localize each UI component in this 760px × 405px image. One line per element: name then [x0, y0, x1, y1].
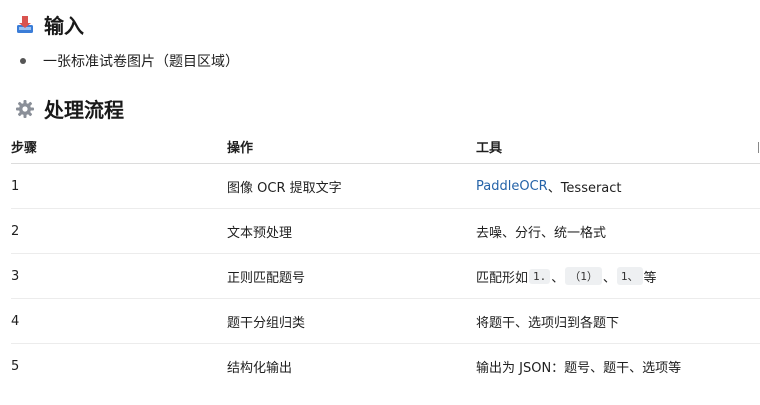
section-title-process: 处理流程 — [44, 98, 124, 122]
cell-step: 1 — [11, 178, 20, 194]
paddleocr-link[interactable]: PaddleOCR — [476, 179, 548, 194]
separator: 、 — [551, 270, 565, 286]
table-row: 3 正则匹配题号 匹配形如 1. 、 （1） 、 1、 等 — [11, 254, 760, 299]
section-heading-input: 输入 — [14, 10, 84, 39]
cell-tool: 将题干、选项归到各题下 — [476, 315, 620, 331]
header-action: 操作 — [227, 141, 254, 156]
inline-code: 1、 — [616, 267, 643, 285]
inbox-tray-icon — [14, 14, 36, 36]
cell-action: 结构化输出 — [227, 360, 293, 376]
cell-tool-rest: 、Tesseract — [547, 180, 622, 196]
cell-step: 3 — [11, 268, 20, 284]
table-row: 5 结构化输出 输出为 JSON：题号、题干、选项等 — [11, 344, 760, 388]
cell-step: 4 — [11, 313, 20, 329]
section-heading-process: 处理流程 — [14, 94, 124, 123]
cell-step: 5 — [11, 358, 20, 374]
gear-icon — [14, 98, 36, 120]
cell-tool: 去噪、分行、统一格式 — [476, 225, 607, 241]
table-row: 4 题干分组归类 将题干、选项归到各题下 — [11, 299, 760, 344]
cell-tool-prefix: 匹配形如 — [476, 270, 529, 286]
list-item-text: 一张标准试卷图片（题目区域） — [43, 54, 239, 70]
process-table: 步骤 操作 工具 1 图像 OCR 提取文字 PaddleOCR 、Tesser… — [11, 130, 760, 388]
separator: 、 — [602, 270, 616, 286]
table-header-row: 步骤 操作 工具 — [11, 130, 760, 164]
table-row: 1 图像 OCR 提取文字 PaddleOCR 、Tesseract — [11, 164, 760, 209]
cell-action: 题干分组归类 — [227, 315, 306, 331]
table-row: 2 文本预处理 去噪、分行、统一格式 — [11, 209, 760, 254]
input-bullet-list: 一张标准试卷图片（题目区域） — [18, 51, 239, 71]
header-step: 步骤 — [11, 141, 38, 156]
list-item: 一张标准试卷图片（题目区域） — [18, 51, 239, 71]
inline-code: （1） — [565, 267, 602, 285]
cell-tool-suffix: 等 — [643, 270, 657, 286]
section-title-input: 输入 — [44, 14, 84, 38]
cell-step: 2 — [11, 223, 20, 239]
cell-tool: PaddleOCR 、Tesseract — [476, 164, 622, 208]
cell-action: 图像 OCR 提取文字 — [227, 180, 342, 196]
header-tool: 工具 — [476, 141, 503, 156]
cell-action: 正则匹配题号 — [227, 270, 306, 286]
bullet-icon — [20, 58, 26, 64]
cell-tool: 输出为 JSON：题号、题干、选项等 — [476, 360, 682, 376]
cell-tool: 匹配形如 1. 、 （1） 、 1、 等 — [476, 254, 657, 298]
inline-code: 1. — [529, 268, 551, 284]
cell-action: 文本预处理 — [227, 225, 293, 241]
